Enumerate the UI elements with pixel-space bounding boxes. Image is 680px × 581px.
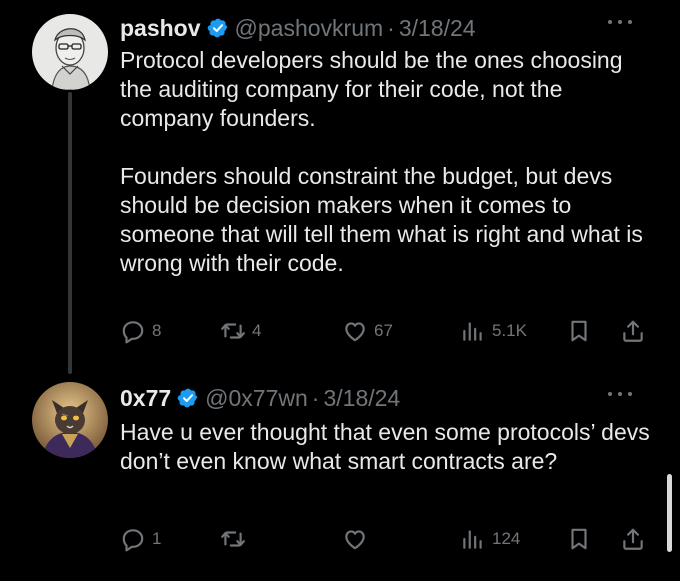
views-icon — [463, 322, 482, 341]
like-button[interactable] — [342, 524, 374, 554]
tweet-date[interactable]: 3/18/24 — [323, 385, 400, 412]
separator-dot: · — [311, 384, 320, 411]
tweet-actions: 1 124 — [120, 524, 650, 554]
like-button[interactable]: 67 — [342, 316, 393, 346]
avatar[interactable] — [32, 382, 108, 458]
bookmark-button[interactable] — [566, 316, 592, 346]
user-handle[interactable]: @0x77wn — [205, 385, 308, 412]
more-options-icon[interactable] — [608, 12, 632, 32]
tweet-actions: 8 4 67 5.1K — [120, 316, 650, 346]
share-icon — [623, 528, 643, 550]
display-name[interactable]: pashov — [120, 15, 201, 42]
verified-badge-icon — [207, 18, 227, 38]
share-button[interactable] — [620, 524, 646, 554]
view-count: 124 — [492, 529, 521, 548]
views-button[interactable]: 5.1K — [460, 316, 527, 346]
sketch-portrait-icon — [32, 14, 108, 90]
tweet-pashov[interactable]: pashov @pashovkrum · 3/18/24 Protocol de… — [0, 0, 680, 360]
bookmark-icon — [571, 320, 587, 342]
reply-button[interactable]: 8 — [120, 316, 161, 346]
more-options-icon[interactable] — [608, 384, 632, 404]
view-count: 5.1K — [492, 321, 527, 340]
cat-character-icon — [32, 382, 108, 458]
reply-icon — [122, 529, 144, 552]
views-icon — [463, 530, 482, 549]
repost-count: 4 — [252, 321, 262, 340]
share-icon — [623, 320, 643, 342]
tweet-header: 0x77 @0x77wn · 3/18/24 — [120, 382, 400, 414]
tweet-text: Have u ever thought that even some proto… — [120, 419, 650, 474]
reply-icon — [122, 321, 144, 344]
tweet-text: Protocol developers should be the ones c… — [120, 47, 643, 276]
reply-count: 1 — [152, 529, 162, 548]
tweet-0x77[interactable]: 0x77 @0x77wn · 3/18/24 Have u ever thoug… — [0, 372, 680, 581]
repost-icon — [221, 323, 245, 339]
reply-button[interactable]: 1 — [120, 524, 161, 554]
repost-button[interactable] — [220, 524, 252, 554]
tweet-date[interactable]: 3/18/24 — [399, 15, 476, 42]
views-button[interactable]: 124 — [460, 524, 520, 554]
verified-badge-icon — [177, 388, 198, 408]
user-handle[interactable]: @pashovkrum — [235, 15, 384, 42]
share-button[interactable] — [620, 316, 646, 346]
scrollbar[interactable] — [667, 474, 672, 552]
like-icon — [345, 530, 365, 550]
separator-dot: · — [387, 14, 395, 41]
tweet-header: pashov @pashovkrum · 3/18/24 — [120, 12, 476, 44]
avatar[interactable] — [32, 14, 108, 90]
bookmark-icon — [571, 528, 587, 550]
reply-count: 8 — [152, 321, 162, 340]
repost-icon — [221, 531, 245, 547]
like-icon — [345, 322, 365, 342]
like-count: 67 — [374, 321, 393, 340]
repost-button[interactable]: 4 — [220, 316, 261, 346]
bookmark-button[interactable] — [566, 524, 592, 554]
display-name[interactable]: 0x77 — [120, 385, 171, 412]
